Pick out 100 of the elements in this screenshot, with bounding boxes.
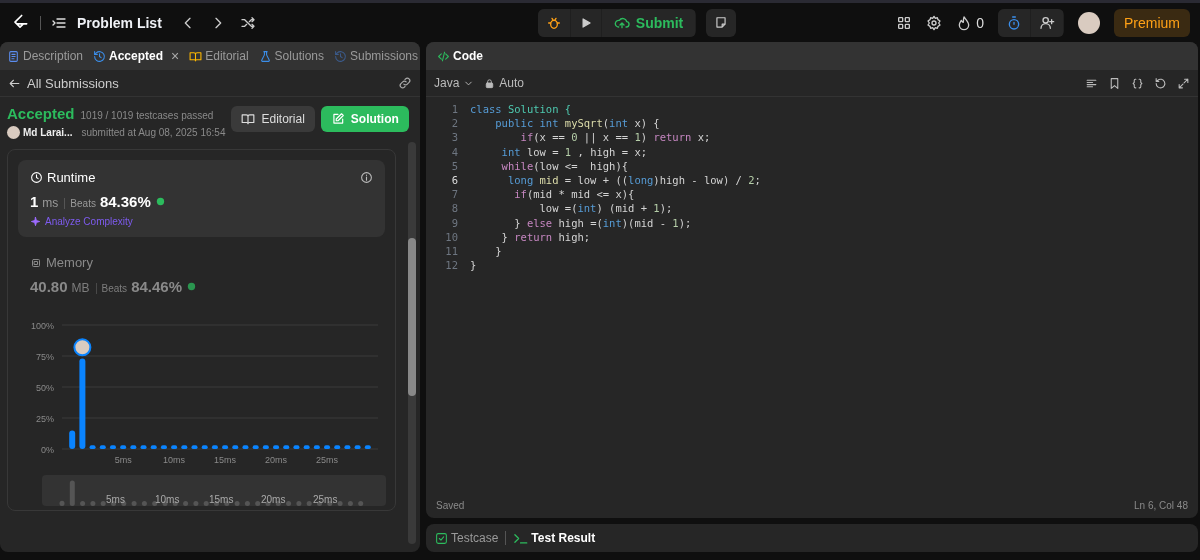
line-number: 4 [450,145,459,158]
editorial-button[interactable]: Editorial [231,106,315,132]
clap-icon [186,281,197,292]
line-number: 12 [444,259,459,272]
histogram-bar [89,445,96,449]
note-button[interactable] [706,8,737,37]
panel-tab[interactable]: Submissions [331,47,420,65]
link-icon [398,76,412,90]
histogram-bar [140,445,147,449]
auto-mode-toggle[interactable]: Auto [484,76,525,90]
run-button[interactable] [570,8,601,37]
histogram-bar [191,445,198,449]
x-axis-label: 15ms [214,455,237,465]
histogram-bar [211,445,218,449]
code-line: public int mySqrt(int x) { [494,117,660,130]
beats-label: Beats [95,283,128,294]
problem-list-title[interactable]: Problem List [77,14,162,31]
submitted-time: submitted at Aug 08, 2025 16:54 [81,127,226,138]
testcases-passed: 1019 / 1019 testcases passed [80,110,214,121]
book-icon [189,49,203,63]
chip-icon [30,256,42,269]
line-number: 2 [450,117,459,130]
histogram-bar [293,445,300,449]
stat-unit: ms [42,196,59,210]
line-number: 1 [450,103,459,116]
checkbox-icon [435,531,448,545]
histogram-bar [181,445,188,449]
clap-icon [154,196,166,207]
histogram-bar [150,445,157,449]
y-axis-label: 0% [41,445,54,455]
info-icon [360,171,373,184]
histogram-bar [344,445,351,449]
expand-icon [1177,76,1190,90]
all-submissions-link[interactable]: All Submissions [8,75,119,91]
range-label: 15ms [209,494,234,505]
range-label: 20ms [261,494,286,505]
histogram-bar [364,445,371,449]
stat-card[interactable]: Memory 40.80 MB Beats 84.46% [18,245,385,305]
panel-tab[interactable]: Editorial [186,47,252,65]
premium-button[interactable]: Premium [1114,8,1190,37]
panel-tab[interactable]: Description [4,47,87,65]
stat-title: Memory [46,255,93,270]
x-axis-label: 5ms [114,455,132,465]
stat-card[interactable]: Runtime 1 ms Beats 84.36% Analyze Complexity [18,160,385,237]
user-name[interactable]: Md Larai... [23,127,73,138]
histogram-bar [109,445,116,449]
console-tab[interactable]: Test Result [510,528,599,548]
y-axis-label: 75% [36,352,54,362]
y-axis-label: 50% [36,383,54,393]
settings-icon [926,14,943,31]
history-icon [93,49,107,63]
submit-button[interactable]: Submit [601,8,696,37]
language-select[interactable]: Java [434,76,475,90]
cursor-position: Ln 6, Col 48 [1134,499,1188,511]
beats-label: Beats [64,198,96,209]
histogram-bar [334,445,341,449]
code-line: class Solution { [470,103,572,116]
code-line: int low = 1 , high = x; [500,145,648,158]
histogram-bar [160,445,167,449]
beats-percent: 84.46% [131,278,182,295]
code-line: if(mid * mid <= x){ [513,188,635,201]
histogram-bar [262,445,269,449]
shuffle-icon [239,14,256,31]
sparkle-icon [30,216,41,227]
histogram-bar [303,445,310,449]
range-label: 25ms [313,494,338,505]
histogram-bar [313,445,320,449]
streak-count: 0 [976,14,984,31]
submission-status: Accepted [7,105,75,122]
histogram-bar [252,445,259,449]
scrollbar[interactable] [408,142,416,544]
histogram-bar [222,445,229,449]
edit-icon [330,112,345,126]
console-tab[interactable]: Testcase [432,529,502,547]
stat-title: Runtime [47,170,96,185]
stat-value: 40.80 [30,278,68,295]
code-line: low =(int) (mid + 1); [538,202,673,215]
user-avatar[interactable] [1078,11,1100,34]
lock-icon [484,77,496,89]
code-line: long mid = low + ((long)high - low) / 2; [506,174,761,187]
histogram-bar [354,445,361,449]
debug-button[interactable] [537,8,570,37]
range-label: 10ms [155,494,180,505]
line-number: 8 [450,202,459,215]
panel-tab[interactable]: Solutions [255,47,327,65]
histogram-bar [171,445,178,449]
user-avatar-marker [73,338,92,357]
flask-icon [258,49,272,63]
histogram-bar [273,445,280,449]
code-tab[interactable]: Code [434,47,486,65]
add-friend-button[interactable] [1031,8,1063,37]
histogram-bar [120,445,127,449]
stat-value: 1 [30,193,39,210]
line-number: 10 [444,230,459,243]
timer-button[interactable] [998,8,1030,37]
history-icon [334,49,347,63]
panel-tab[interactable]: Accepted [90,47,167,65]
bookmark-icon [1108,76,1121,90]
close-tab-button[interactable]: × [168,46,183,66]
add-user-icon [1039,14,1055,31]
